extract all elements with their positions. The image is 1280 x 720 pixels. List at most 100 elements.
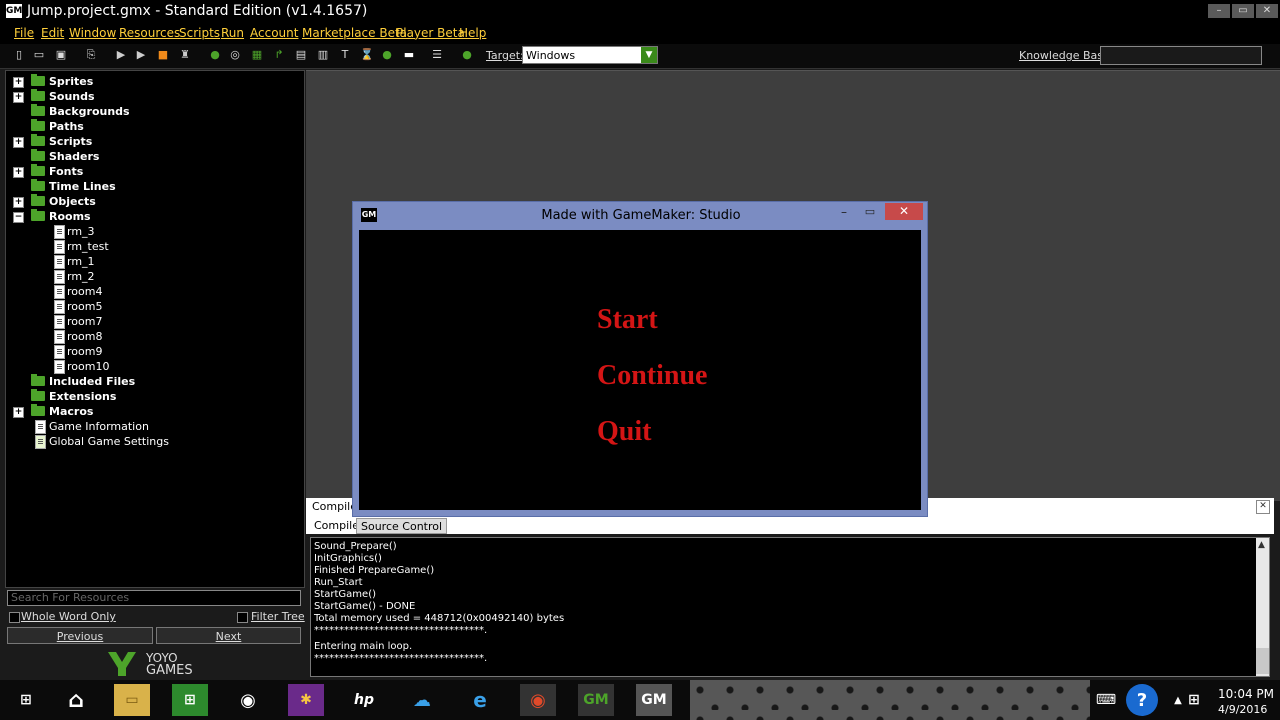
expand-icon[interactable]: − — [13, 212, 24, 223]
store-icon[interactable]: ⊞ — [172, 684, 208, 716]
object-icon[interactable]: ● — [380, 48, 394, 62]
tree-item[interactable]: room8 — [6, 329, 302, 344]
help-icon[interactable]: ● — [460, 48, 474, 62]
stop-icon[interactable]: ■ — [156, 48, 170, 62]
tree-item[interactable]: rm_2 — [6, 269, 302, 284]
menu-option-start[interactable]: Start — [597, 304, 658, 336]
close-button[interactable]: ✕ — [1256, 4, 1278, 18]
windows-start-icon[interactable]: ⊞ — [8, 684, 44, 716]
tree-item[interactable]: Shaders — [6, 149, 302, 164]
expand-icon[interactable]: + — [13, 92, 24, 103]
tree-item[interactable]: − Rooms — [6, 209, 302, 224]
clean-icon[interactable]: ♜ — [178, 48, 192, 62]
debug-icon[interactable]: ▶ — [134, 48, 148, 62]
menu-resources[interactable]: Resources — [119, 26, 180, 40]
game-close-button[interactable]: ✕ — [885, 203, 923, 220]
sprite-icon[interactable]: ● — [208, 48, 222, 62]
tree-item[interactable]: Extensions — [6, 389, 302, 404]
menu-scripts[interactable]: Scripts — [179, 26, 220, 40]
gamemaker-runner-taskbar-icon[interactable]: GM — [636, 684, 672, 716]
maximize-button[interactable]: ▭ — [1232, 4, 1254, 18]
font-icon[interactable]: T — [338, 48, 352, 62]
filter-tree-checkbox[interactable] — [237, 612, 248, 623]
room-icon[interactable]: ▬ — [402, 48, 416, 62]
close-icon[interactable]: ✕ — [1256, 500, 1270, 514]
new-icon[interactable]: ▯ — [12, 48, 26, 62]
target-select[interactable]: Windows ▼ — [522, 46, 658, 64]
tree-item[interactable]: Global Game Settings — [6, 434, 302, 449]
run-icon[interactable]: ▶ — [114, 48, 128, 62]
file-explorer-icon[interactable]: ▭ — [114, 684, 150, 716]
export-icon[interactable]: ⎘ — [84, 48, 98, 62]
chevron-up-icon[interactable]: ▲ — [1258, 540, 1265, 550]
save-icon[interactable]: ▣ — [54, 48, 68, 62]
next-button[interactable]: Next — [156, 627, 301, 644]
menu-option-continue[interactable]: Continue — [597, 360, 707, 392]
tree-item[interactable]: + Sounds — [6, 89, 302, 104]
tree-item[interactable]: Paths — [6, 119, 302, 134]
path-icon[interactable]: ↱ — [272, 48, 286, 62]
game-maximize-button[interactable]: ▭ — [863, 205, 877, 219]
expand-icon[interactable]: + — [13, 137, 24, 148]
folder-icon — [31, 374, 45, 386]
knowledge-base-input[interactable] — [1100, 46, 1262, 65]
tree-item[interactable]: room4 — [6, 284, 302, 299]
expand-icon[interactable]: + — [13, 167, 24, 178]
whole-word-checkbox[interactable] — [9, 612, 20, 623]
tree-item[interactable]: Backgrounds — [6, 104, 302, 119]
tree-item[interactable]: room5 — [6, 299, 302, 314]
previous-button[interactable]: Previous — [7, 627, 153, 644]
tree-item[interactable]: + Fonts — [6, 164, 302, 179]
tree-item[interactable]: rm_1 — [6, 254, 302, 269]
expand-icon[interactable]: + — [13, 407, 24, 418]
tree-item[interactable]: + Macros — [6, 404, 302, 419]
internet-explorer-icon[interactable]: e — [462, 684, 498, 716]
background-icon[interactable]: ▦ — [250, 48, 264, 62]
game-minimize-button[interactable]: – — [837, 205, 851, 219]
expand-icon[interactable]: + — [13, 77, 24, 88]
script-icon[interactable]: ▤ — [294, 48, 308, 62]
hp-icon[interactable]: hp — [346, 684, 382, 716]
tree-item[interactable]: room10 — [6, 359, 302, 374]
settings-icon[interactable]: ☰ — [430, 48, 444, 62]
tree-item[interactable]: + Objects — [6, 194, 302, 209]
scroll-thumb[interactable] — [1256, 648, 1269, 674]
shader-icon[interactable]: ▥ — [316, 48, 330, 62]
keyboard-icon[interactable]: ⌨ — [1088, 684, 1124, 716]
open-icon[interactable]: ▭ — [32, 48, 46, 62]
sound-icon[interactable]: ◎ — [228, 48, 242, 62]
chrome-icon[interactable]: ◉ — [520, 684, 556, 716]
menu-help[interactable]: Help — [459, 26, 486, 40]
webcam-icon[interactable]: ◉ — [230, 684, 266, 716]
tree-item[interactable]: rm_3 — [6, 224, 302, 239]
home-icon[interactable]: ⌂ — [58, 684, 94, 716]
chevron-down-icon[interactable]: ▼ — [641, 47, 657, 63]
menu-window[interactable]: Window — [69, 26, 116, 40]
menu-file[interactable]: File — [14, 26, 34, 40]
menu-account[interactable]: Account — [250, 26, 298, 40]
cloud-icon[interactable]: ☁ — [404, 684, 440, 716]
tree-item[interactable]: + Sprites — [6, 74, 302, 89]
menu-run[interactable]: Run — [221, 26, 244, 40]
tree-item[interactable]: Time Lines — [6, 179, 302, 194]
tree-item[interactable]: Included Files — [6, 374, 302, 389]
expand-icon[interactable]: + — [13, 197, 24, 208]
timeline-icon[interactable]: ⌛ — [360, 48, 374, 62]
menu-edit[interactable]: Edit — [41, 26, 64, 40]
menu-marketplace[interactable]: Marketplace Beta — [302, 26, 407, 40]
tree-item[interactable]: + Scripts — [6, 134, 302, 149]
media-app-icon[interactable]: ✱ — [288, 684, 324, 716]
tab-source-control[interactable]: Source Control — [356, 518, 448, 534]
tree-item[interactable]: room7 — [6, 314, 302, 329]
windows-icon[interactable]: ⊞ — [1176, 684, 1212, 716]
gamemaker-taskbar-icon[interactable]: GM — [578, 684, 614, 716]
tree-item[interactable]: rm_test — [6, 239, 302, 254]
minimize-button[interactable]: – — [1208, 4, 1230, 18]
tree-item[interactable]: room9 — [6, 344, 302, 359]
menu-player-beta[interactable]: Player Beta — [396, 26, 465, 40]
search-resources-input[interactable]: Search For Resources — [7, 590, 301, 606]
menu-option-quit[interactable]: Quit — [597, 416, 651, 448]
help-icon[interactable]: ? — [1126, 684, 1158, 716]
compile-scrollbar[interactable]: ▲ — [1256, 538, 1269, 676]
tree-item[interactable]: Game Information — [6, 419, 302, 434]
